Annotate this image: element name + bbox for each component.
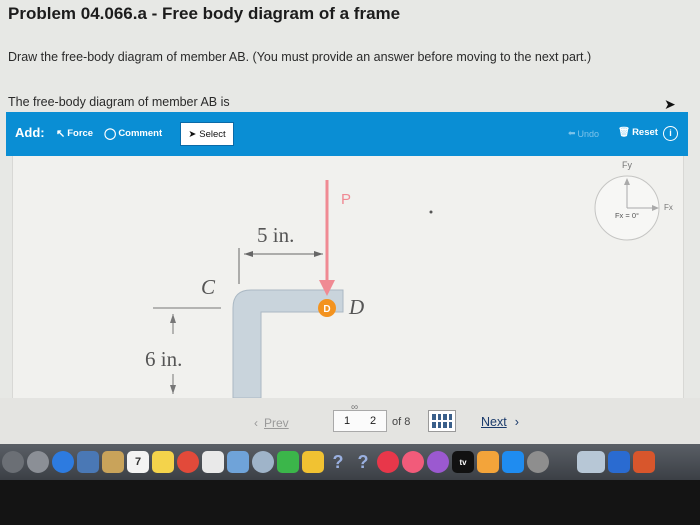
- page-selector[interactable]: 1 2: [333, 410, 387, 432]
- reset-label: Reset: [632, 127, 658, 138]
- siri-icon[interactable]: [2, 451, 24, 473]
- dim-6in-arrow-bottom: [170, 385, 176, 394]
- stickies-icon[interactable]: [152, 451, 174, 473]
- add-force-label: Force: [67, 128, 94, 139]
- macos-dock: 7 ? ? tv: [0, 444, 700, 480]
- mouse-cursor-icon: ➤: [664, 96, 676, 112]
- add-comment-button[interactable]: ◯ Comment: [104, 127, 162, 140]
- fbd-diagram: 5 in. C 6 in. P D D Fy Fx Fx = 0°: [145, 160, 673, 399]
- trash-icon: 🗑: [618, 127, 631, 138]
- point-d-label: D: [348, 295, 364, 319]
- window-thumbnail-icon[interactable]: [577, 451, 605, 473]
- dim-6in-label: 6 in.: [145, 347, 182, 371]
- compass-fx-label: Fx: [664, 203, 673, 212]
- point-c-label: C: [201, 275, 216, 299]
- dim-5in-label: 5 in.: [257, 223, 294, 247]
- books-icon[interactable]: [477, 451, 499, 473]
- problem-title: Problem 04.066.a - Free body diagram of …: [8, 4, 401, 23]
- chrome-icon[interactable]: [177, 451, 199, 473]
- select-tool-label: Select: [199, 128, 226, 140]
- help-icon-2[interactable]: ?: [352, 451, 374, 473]
- maps-icon[interactable]: [252, 451, 274, 473]
- info-icon[interactable]: i: [663, 126, 678, 141]
- dim-5in-arrow-left: [244, 251, 253, 257]
- reset-button[interactable]: 🗑 Reset: [618, 127, 658, 138]
- podcasts-icon[interactable]: [427, 451, 449, 473]
- app-store-icon[interactable]: [502, 451, 524, 473]
- comment-bubble-icon: ◯: [104, 128, 117, 140]
- next-label: Next: [481, 415, 507, 429]
- point-d-marker-label: D: [323, 304, 330, 315]
- select-tool-button[interactable]: ➤ Select: [180, 122, 234, 146]
- downloads-icon[interactable]: [633, 451, 655, 473]
- dim-6in-arrow-top: [170, 314, 176, 323]
- chevron-right-icon: ›: [514, 415, 519, 429]
- next-button[interactable]: Next ›: [481, 415, 519, 429]
- add-label: Add:: [15, 125, 45, 140]
- music-icon[interactable]: [402, 451, 424, 473]
- undo-arrow-icon: ⬅: [568, 128, 576, 138]
- safari-icon[interactable]: [52, 451, 74, 473]
- canvas-dot: [429, 210, 433, 214]
- preview-icon[interactable]: [227, 451, 249, 473]
- page-2[interactable]: 2: [370, 415, 376, 427]
- add-force-button[interactable]: ↖ Force: [56, 127, 93, 140]
- pencil-app-icon[interactable]: [302, 451, 324, 473]
- chevron-left-icon: ‹: [254, 416, 258, 430]
- pointer-arrow-icon: ➤: [188, 128, 197, 140]
- apple-tv-icon[interactable]: tv: [452, 451, 474, 473]
- drawing-toolbar: Add: ↖ Force ◯ Comment ➤ Select ⬅ Undo 🗑…: [6, 112, 688, 156]
- dock-spacer: [552, 451, 574, 473]
- compass-angle-readout: Fx = 0°: [615, 211, 639, 220]
- force-p-label: P: [341, 191, 351, 208]
- dim-5in-arrow-right: [314, 251, 323, 257]
- launchpad-icon[interactable]: [27, 451, 49, 473]
- system-preferences-icon[interactable]: [527, 451, 549, 473]
- no-entry-icon[interactable]: [377, 451, 399, 473]
- compass-fy-label: Fy: [622, 160, 632, 170]
- calendar-icon[interactable]: 7: [127, 451, 149, 473]
- drawing-canvas[interactable]: 5 in. C 6 in. P D D Fy Fx Fx = 0°: [12, 156, 684, 399]
- help-icon[interactable]: ?: [327, 451, 349, 473]
- fbd-prompt-label: The free-body diagram of member AB is: [8, 95, 230, 109]
- link-icon: ∞: [351, 402, 359, 413]
- messages-icon[interactable]: [277, 451, 299, 473]
- notes-app-icon[interactable]: [102, 451, 124, 473]
- add-comment-label: Comment: [118, 128, 163, 139]
- prev-label: Prev: [264, 416, 289, 430]
- page-count: of 8: [392, 416, 411, 428]
- undo-label: Undo: [577, 128, 600, 139]
- facetime-icon[interactable]: [608, 451, 630, 473]
- photo-app-icon[interactable]: [77, 451, 99, 473]
- problem-instruction: Draw the free-body diagram of member AB.…: [8, 50, 592, 64]
- page-1[interactable]: 1: [344, 415, 350, 427]
- prev-button[interactable]: ‹ Prev: [254, 416, 289, 430]
- undo-button[interactable]: ⬅ Undo: [568, 128, 599, 139]
- grid-view-icon[interactable]: [428, 410, 456, 432]
- arrow-up-left-icon: ↖: [56, 128, 66, 140]
- reminders-icon[interactable]: [202, 451, 224, 473]
- pagination-bar: ‹ Prev 1 2 of 8 Next ›: [0, 398, 700, 444]
- screen-bezel: [0, 480, 700, 525]
